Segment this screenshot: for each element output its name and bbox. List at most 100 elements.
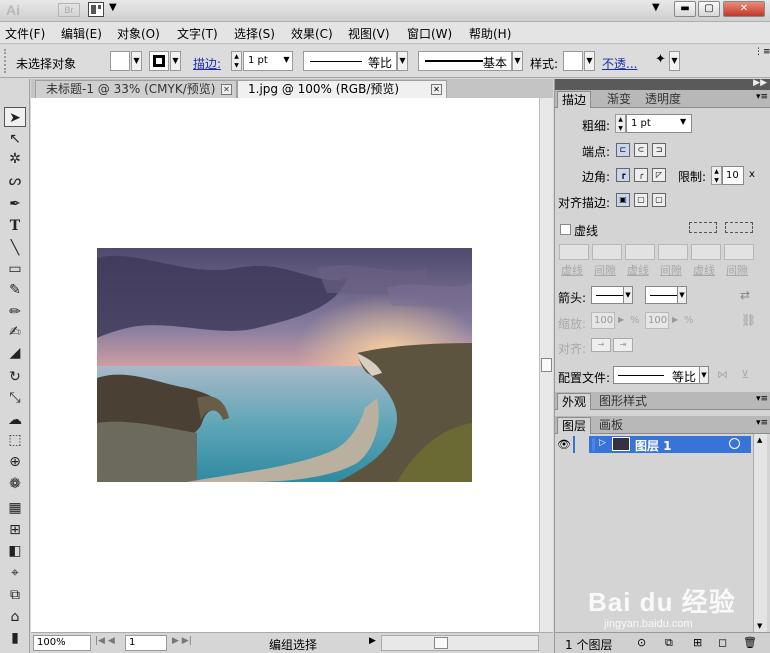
fill-swatch[interactable] (110, 51, 130, 71)
stroke-weight-stepper[interactable]: ▲ ▼ (231, 51, 242, 71)
panel-menu-icon[interactable]: ▾≡ (756, 418, 768, 428)
stroke-panel-link[interactable]: 描边: (193, 55, 221, 72)
isolate-dropdown-icon[interactable]: ▼ (669, 51, 680, 71)
blob-brush-tool-icon[interactable]: ✍ (4, 322, 26, 342)
layers-scrollbar[interactable]: ▲ ▼ (753, 434, 767, 632)
profile-dropdown-icon[interactable]: ▼ (397, 51, 408, 71)
tab-graphic-styles[interactable]: 图形样式 (595, 393, 651, 410)
layer-row[interactable]: 👁 ▷ 图层 1 (555, 436, 751, 454)
new-layer-icon[interactable]: ◻ (718, 636, 727, 649)
bridge-button[interactable]: Br (58, 3, 80, 17)
menu-effect[interactable]: 效果(C) (291, 25, 333, 42)
lasso-tool-icon[interactable]: ᔕ (4, 171, 26, 191)
magic-wand-tool-icon[interactable]: ✲ (4, 149, 26, 169)
limit-field[interactable]: 10 (722, 166, 744, 185)
style-swatch[interactable] (563, 51, 583, 71)
variable-width-profile[interactable]: 等比 (303, 51, 397, 71)
butt-cap-icon[interactable]: ⊏ (616, 143, 630, 157)
scale-tool-icon[interactable]: ⤡ (4, 388, 26, 408)
new-sublayer-icon[interactable]: ⊞ (693, 636, 702, 649)
grip-handle[interactable] (4, 49, 8, 73)
trash-icon[interactable]: 🗑 (743, 636, 757, 649)
miter-join-icon[interactable]: ┏ (616, 168, 630, 182)
menu-edit[interactable]: 编辑(E) (61, 25, 102, 42)
type-tool-icon[interactable]: T (4, 216, 26, 236)
stroke-weight-dropdown-icon[interactable]: ▼ (281, 51, 292, 71)
tab-appearance[interactable]: 外观 (557, 393, 592, 410)
horizontal-scrollbar[interactable] (381, 635, 539, 651)
expand-triangle-icon[interactable]: ▷ (599, 438, 606, 448)
scroll-up-icon[interactable]: ▲ (757, 436, 762, 444)
end-arrowhead-dropdown[interactable]: ▼ (645, 286, 687, 304)
tab-untitled-1[interactable]: 未标题-1 @ 33% (CMYK/预览) ✕ (35, 80, 237, 98)
swap-arrowheads-icon[interactable]: ⇄ (740, 288, 750, 302)
artboard-tool-icon[interactable] (4, 649, 26, 653)
column-graph-tool-icon[interactable]: ▮ (4, 628, 26, 648)
dash-field-1[interactable] (559, 244, 589, 260)
paintbrush-tool-icon[interactable]: ✎ (4, 280, 26, 300)
profile-dropdown[interactable]: 等比 ▼ (613, 366, 709, 384)
weight-stepper[interactable]: ▲ ▼ (615, 114, 626, 133)
zoom-field[interactable]: 100% (33, 635, 91, 651)
flip-along-icon[interactable]: ⋈ (717, 368, 728, 381)
scroll-thumb[interactable] (541, 358, 552, 372)
gradient-tool-icon[interactable]: ◧ (4, 541, 26, 561)
fill-dropdown-icon[interactable]: ▼ (131, 51, 142, 71)
minimize-button[interactable]: ▬ (674, 1, 696, 17)
scroll-down-icon[interactable]: ▼ (757, 622, 762, 630)
panel-menu-icon[interactable]: ▾≡ (756, 92, 768, 102)
round-cap-icon[interactable]: ⊂ (634, 143, 648, 157)
close-button[interactable]: ✕ (723, 1, 765, 17)
maximize-button[interactable]: ▢ (698, 1, 720, 17)
menu-help[interactable]: 帮助(H) (469, 25, 511, 42)
line-tool-icon[interactable]: ╲ (4, 238, 26, 258)
dash-field-3[interactable] (691, 244, 721, 260)
eyedropper-tool-icon[interactable]: ⌖ (4, 563, 26, 583)
lock-toggle[interactable] (575, 436, 589, 453)
workspace-dropdown-icon[interactable]: ▼ (652, 2, 660, 13)
style-dropdown-icon[interactable]: ▼ (584, 51, 595, 71)
gap-field-1[interactable] (592, 244, 622, 260)
next-artboard-icon[interactable]: ▶ ▶| (172, 636, 192, 646)
locate-object-icon[interactable]: ⊙ (637, 636, 646, 649)
shape-builder-tool-icon[interactable]: ⊕ (4, 452, 26, 472)
layer-name[interactable]: 图层 1 (635, 437, 672, 454)
bevel-join-icon[interactable]: ◸ (652, 168, 666, 182)
blend-tool-icon[interactable]: ⧉ (4, 585, 26, 605)
placed-photo[interactable] (97, 248, 472, 482)
brush-definition[interactable]: 基本 (418, 51, 512, 71)
end-scale-arrow-icon[interactable]: ▶ (672, 315, 678, 324)
pencil-tool-icon[interactable]: ✏ (4, 302, 26, 322)
start-scale-field[interactable]: 100 (591, 312, 615, 329)
preserve-dash-icon[interactable] (689, 222, 717, 233)
perspective-grid-tool-icon[interactable]: ▦ (4, 498, 26, 518)
tab-stroke[interactable]: 描边 (557, 91, 592, 108)
artboard-number-field[interactable]: 1 (125, 635, 167, 651)
eraser-tool-icon[interactable]: ◢ (4, 343, 26, 363)
make-clipping-mask-icon[interactable]: ⧉ (665, 636, 673, 650)
projecting-cap-icon[interactable]: ⊐ (652, 143, 666, 157)
tab-1-jpg[interactable]: 1.jpg @ 100% (RGB/预览) ✕ (237, 80, 447, 98)
dashed-line-checkbox[interactable] (560, 224, 571, 235)
scroll-thumb[interactable] (434, 637, 448, 649)
rotate-tool-icon[interactable]: ↻ (4, 367, 26, 387)
vertical-scrollbar[interactable] (539, 98, 553, 632)
warp-tool-icon[interactable]: ☁ (4, 410, 26, 430)
arrange-documents-icon[interactable] (88, 2, 104, 17)
pen-tool-icon[interactable]: ✒ (4, 194, 26, 214)
menu-window[interactable]: 窗口(W) (407, 25, 452, 42)
close-icon[interactable]: ✕ (221, 84, 232, 95)
artboard-canvas[interactable] (31, 98, 539, 632)
link-scale-icon[interactable]: ⛓ (741, 313, 756, 327)
visibility-eye-icon[interactable]: 👁 (555, 436, 573, 453)
panel-collapse-bar[interactable]: ▶▶ (555, 78, 770, 90)
limit-stepper[interactable]: ▲ ▼ (711, 166, 722, 185)
arrow-tip-on-end-icon[interactable]: ⇥ (613, 338, 633, 352)
free-transform-tool-icon[interactable]: ⬚ (4, 430, 26, 450)
stroke-swatch[interactable] (149, 51, 169, 71)
rectangle-tool-icon[interactable]: ▭ (4, 259, 26, 279)
start-arrowhead-dropdown[interactable]: ▼ (591, 286, 633, 304)
gap-field-2[interactable] (658, 244, 688, 260)
chevron-down-icon[interactable]: ▼ (109, 2, 117, 13)
align-inside-icon[interactable]: ▢ (634, 193, 648, 207)
